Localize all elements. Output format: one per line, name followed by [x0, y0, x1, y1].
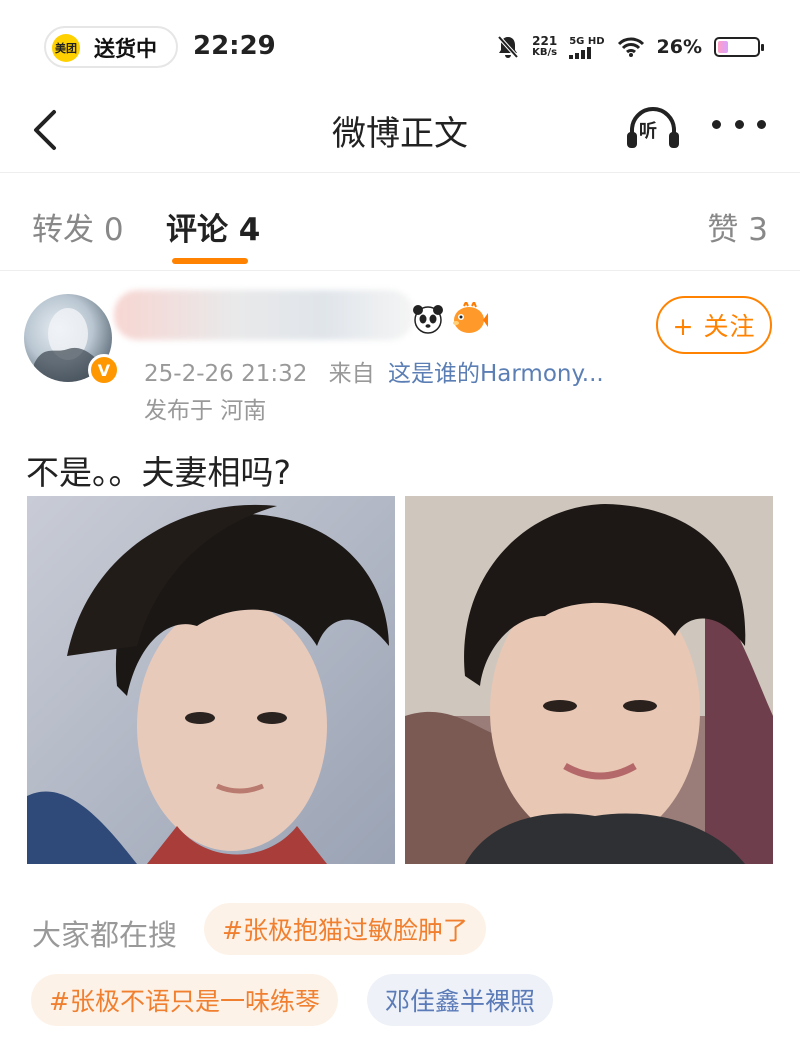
- signal-icon: 5G HD: [569, 35, 605, 59]
- post-location: 发布于 河南: [144, 398, 267, 424]
- status-icons: 221 KB/s 5G HD 26%: [496, 32, 764, 62]
- status-bar: 美团 送货中 22:29 221 KB/s 5G HD 26%: [0, 0, 800, 92]
- divider: [0, 270, 800, 271]
- delivery-status-text: 送货中: [94, 37, 157, 61]
- battery-icon: [714, 37, 764, 57]
- wifi-icon: [617, 37, 644, 57]
- username-blurred[interactable]: [114, 290, 414, 340]
- post-time: 25-2-26 21:32: [144, 361, 308, 387]
- battery-percent: 26%: [656, 36, 702, 58]
- battery-level: [718, 41, 728, 53]
- post-image-1[interactable]: [27, 496, 395, 864]
- hot-search-chip[interactable]: #张极抱猫过敏脸肿了: [204, 903, 486, 955]
- hot-search-chip[interactable]: 邓佳鑫半裸照: [367, 974, 554, 1026]
- post-source-link[interactable]: 这是谁的Harmony...: [388, 361, 604, 387]
- listen-button[interactable]: 听: [624, 102, 682, 154]
- net-speed: 221 KB/s: [532, 35, 557, 59]
- portrait-photo-2: [405, 496, 773, 864]
- hot-search-chip[interactable]: #张极不语只是一味练琴: [31, 974, 338, 1026]
- active-tab-indicator: [172, 258, 248, 264]
- live-activity-pill[interactable]: 美团 送货中: [44, 26, 178, 68]
- hot-search-label: 大家都在搜: [32, 918, 178, 952]
- more-options-icon[interactable]: [712, 114, 766, 134]
- tab-comment[interactable]: 评论 4: [166, 204, 260, 249]
- net-speed-unit: KB/s: [532, 47, 558, 58]
- clock: 22:29: [193, 31, 276, 61]
- post-text: 不是。。夫妻相吗?: [26, 453, 292, 492]
- verified-badge-icon: V: [88, 354, 120, 386]
- signal-label: 5G HD: [569, 35, 605, 47]
- divider: [0, 172, 800, 173]
- tab-repost[interactable]: 转发 0: [32, 204, 124, 249]
- from-label: 来自: [328, 361, 375, 387]
- tab-like[interactable]: 赞 3: [707, 204, 768, 249]
- nav-bar: 微博正文 听: [0, 92, 800, 172]
- mute-icon: [497, 35, 519, 59]
- follow-button[interactable]: + 关注: [656, 296, 772, 354]
- tab-bar: 转发 0 评论 4 赞 3: [0, 186, 800, 270]
- listen-label: 听: [639, 121, 657, 142]
- net-speed-value: 221: [532, 34, 558, 48]
- meituan-logo: 美团: [52, 34, 80, 62]
- pufferfish-badge-icon: [453, 302, 488, 333]
- portrait-photo-1: [27, 496, 395, 864]
- post-meta: 25-2-26 21:32 来自 这是谁的Harmony...: [144, 354, 604, 388]
- post-image-2[interactable]: [405, 496, 773, 864]
- panda-badge-icon: [413, 305, 443, 334]
